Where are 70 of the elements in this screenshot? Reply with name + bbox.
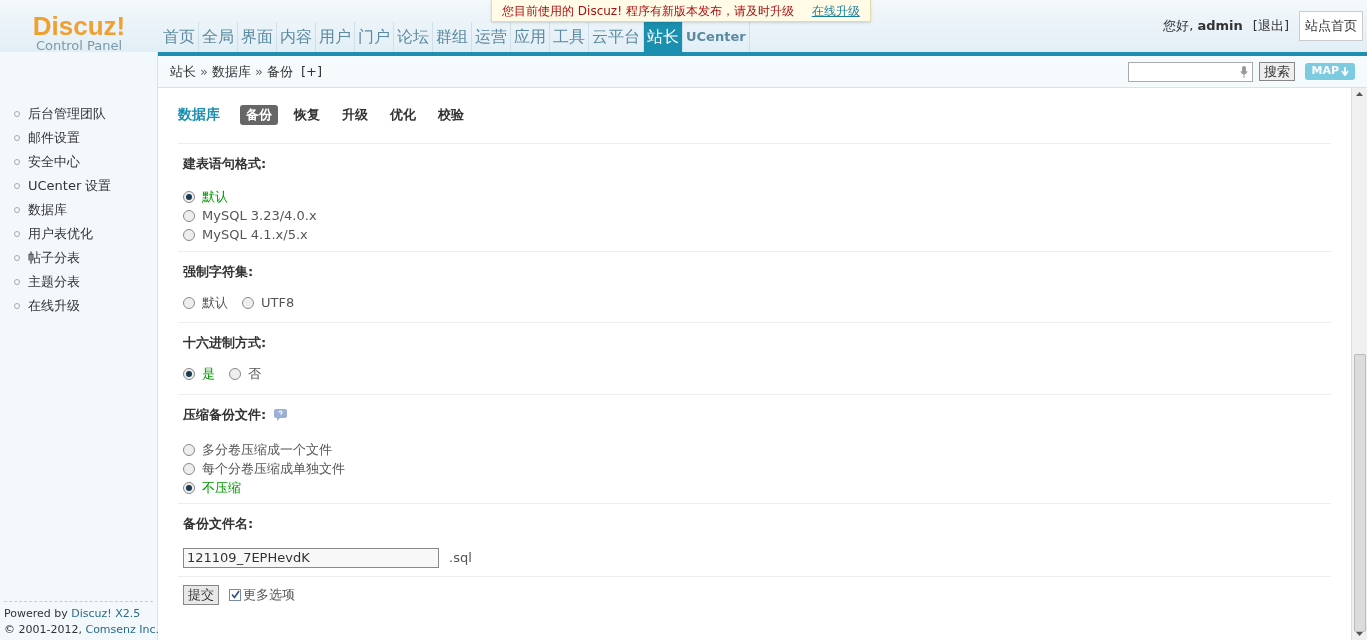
- radio-button[interactable]: [183, 443, 195, 456]
- option-label: MySQL 4.1.x/5.x: [202, 226, 308, 245]
- sub-tab[interactable]: 优化: [384, 104, 422, 125]
- nav-tab[interactable]: 站长: [644, 22, 683, 52]
- sub-tab[interactable]: 升级: [336, 104, 374, 125]
- down-arrow-icon: [1341, 67, 1349, 76]
- sidebar-item[interactable]: 用户表优化: [0, 222, 157, 246]
- option-label: MySQL 3.23/4.0.x: [202, 207, 317, 226]
- radio-button[interactable]: [229, 368, 241, 380]
- search-button[interactable]: 搜索: [1259, 62, 1296, 81]
- option-label: 是: [202, 365, 215, 384]
- page-title: 数据库: [178, 105, 220, 124]
- breadcrumb-link[interactable]: 站长: [170, 61, 196, 82]
- footer-text: Powered by Discuz! X2.5: [4, 606, 142, 622]
- sidebar-item[interactable]: 后台管理团队: [0, 102, 157, 126]
- checkbox[interactable]: [229, 588, 241, 601]
- sidebar-item[interactable]: 在线升级: [0, 294, 157, 318]
- file-extension: .sql: [449, 548, 472, 567]
- breadcrumb-link[interactable]: 备份: [266, 61, 293, 82]
- breadcrumb-separator: »: [200, 62, 208, 81]
- notice-text: 您目前使用的 Discuz! 程序有新版本发布，请及时升级: [502, 2, 794, 20]
- help-icon[interactable]: [274, 407, 288, 421]
- sidebar-item[interactable]: 安全中心: [0, 150, 157, 174]
- add-shortcut-link[interactable]: [+]: [300, 61, 322, 82]
- sidebar-item[interactable]: 数据库: [0, 198, 157, 222]
- upgrade-link[interactable]: 在线升级: [811, 1, 860, 20]
- breadcrumb-separator: »: [254, 62, 263, 81]
- section-title: 十六进制方式:: [183, 334, 267, 352]
- option-label: 多分卷压缩成一个文件: [202, 440, 332, 459]
- search-field[interactable]: [1128, 61, 1254, 82]
- sub-tab[interactable]: 备份: [240, 104, 278, 125]
- sub-tab[interactable]: 恢复: [288, 104, 326, 125]
- radio-button[interactable]: [183, 210, 195, 222]
- section-title: 备份文件名:: [183, 515, 254, 533]
- radio-button[interactable]: [183, 191, 195, 203]
- radio-button[interactable]: [242, 296, 254, 309]
- footer-link[interactable]: Comsenz Inc.: [85, 623, 160, 636]
- footer-link[interactable]: Discuz! X2.5: [71, 607, 141, 620]
- radio-button[interactable]: [183, 229, 195, 241]
- scrollbar-thumb[interactable]: [1353, 354, 1366, 632]
- filename-field[interactable]: 121109_7EPHevdK: [183, 547, 439, 568]
- logout-link[interactable]: [退出]: [1252, 16, 1289, 36]
- site-home-button[interactable]: 站点首页: [1299, 11, 1363, 41]
- option-label: 每个分卷压缩成单独文件: [202, 459, 345, 478]
- scroll-up-icon: [1356, 92, 1363, 96]
- breadcrumb-link[interactable]: 数据库: [211, 61, 251, 82]
- section-title: 压缩备份文件:: [183, 405, 267, 424]
- radio-button[interactable]: [183, 462, 195, 475]
- microphone-icon: [1240, 65, 1249, 78]
- submit-button[interactable]: 提交: [183, 584, 219, 605]
- user-greeting: 您好, admin: [1163, 17, 1243, 36]
- logo: Discuz!: [32, 14, 126, 38]
- section-title: 建表语句格式:: [183, 155, 267, 173]
- option-label: UTF8: [261, 293, 295, 312]
- sidebar-item[interactable]: 邮件设置: [0, 126, 157, 150]
- sidebar-item[interactable]: 帖子分表: [0, 246, 157, 270]
- option-label: 默认: [202, 188, 228, 207]
- option-label: 否: [248, 365, 261, 384]
- sidebar-item[interactable]: 主题分表: [0, 270, 157, 294]
- sidebar-item[interactable]: UCenter 设置: [0, 174, 157, 198]
- scrollbar[interactable]: [1351, 88, 1367, 640]
- logo-subtitle: Control Panel: [35, 38, 123, 53]
- checkbox-label: 更多选项: [243, 585, 295, 604]
- radio-button[interactable]: [183, 481, 195, 494]
- radio-button[interactable]: [183, 368, 195, 380]
- radio-button[interactable]: [183, 296, 195, 309]
- section-title: 强制字符集:: [183, 262, 254, 281]
- sub-tab[interactable]: 校验: [432, 104, 470, 125]
- option-label: 不压缩: [202, 478, 241, 497]
- option-label: 默认: [202, 293, 228, 312]
